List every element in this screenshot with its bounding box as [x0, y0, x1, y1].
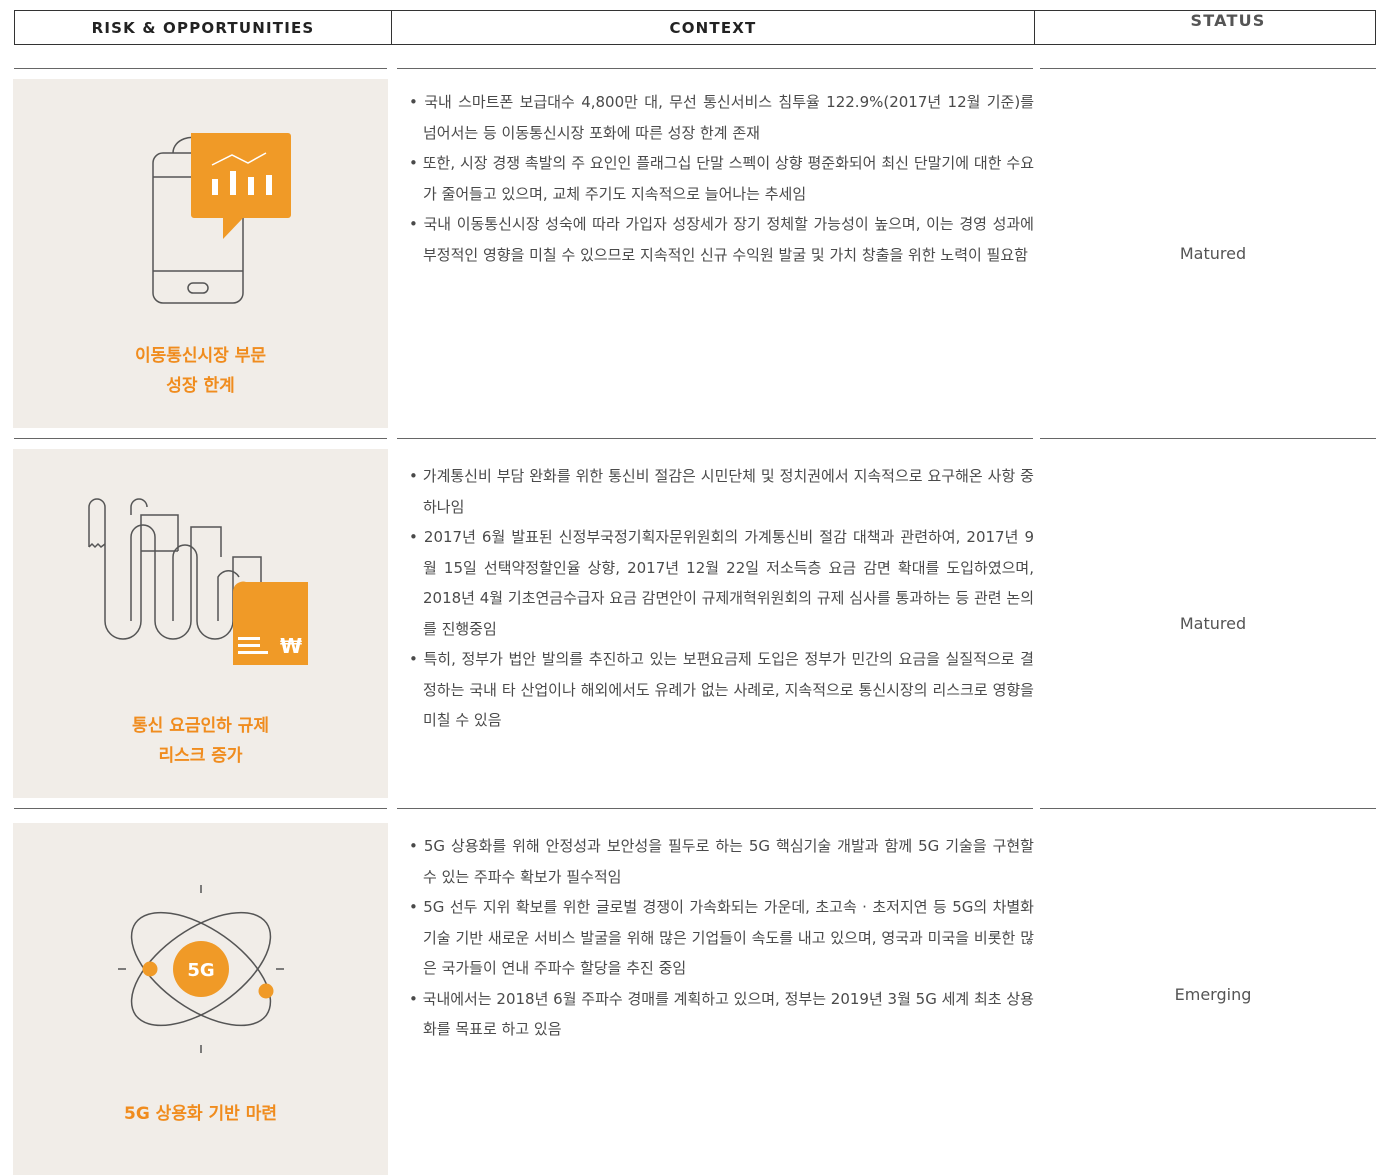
won-symbol: ₩ — [280, 634, 302, 658]
row-divider — [397, 438, 1033, 439]
row-divider — [1040, 68, 1376, 69]
list-item: 또한, 시장 경쟁 촉발의 주 요인인 플래그십 단말 스펙이 상향 평준화되어… — [409, 148, 1034, 209]
risk-card: ₩ 통신 요금인하 규제 리스크 증가 — [13, 449, 388, 798]
status-label: Emerging — [1174, 985, 1252, 1004]
row-divider — [397, 68, 1033, 69]
list-item: 5G 상용화를 위해 안정성과 보안성을 필두로 하는 5G 핵심기술 개발과 … — [409, 831, 1034, 892]
row-divider — [1040, 438, 1376, 439]
row-divider — [14, 808, 387, 809]
risk-card: 이동통신시장 부문 성장 한계 — [13, 79, 388, 428]
list-item: 5G 선두 지위 확보를 위한 글로벌 경쟁이 가속화되는 가운데, 초고속 ·… — [409, 892, 1034, 984]
receipt-won-icon: ₩ — [88, 498, 308, 665]
5g-atom-icon: 5G — [118, 885, 284, 1053]
risk-title: 5G 상용화 기반 마련 — [123, 1104, 278, 1124]
table-header: RISK & OPPORTUNITIES CONTEXT STATUS — [14, 10, 1376, 45]
risk-title: 이동통신시장 부문 성장 한계 — [134, 346, 267, 396]
list-item: 2017년 6월 발표된 신정부국정기획자문위원회의 가계통신비 절감 대책과 … — [409, 522, 1034, 644]
header-context: CONTEXT — [392, 11, 1035, 44]
status-label: Matured — [1179, 614, 1247, 633]
header-status: STATUS — [1190, 11, 1266, 30]
status-label: Matured — [1179, 244, 1247, 263]
row-divider — [1040, 808, 1376, 809]
list-item: 가계통신비 부담 완화를 위한 통신비 절감은 시민단체 및 정치권에서 지속적… — [409, 461, 1034, 522]
row-divider — [14, 68, 387, 69]
list-item: 특히, 정부가 법안 발의를 추진하고 있는 보편요금제 도입은 정부가 민간의… — [409, 644, 1034, 736]
context-list: 가계통신비 부담 완화를 위한 통신비 절감은 시민단체 및 정치권에서 지속적… — [409, 461, 1034, 736]
list-item: 국내 스마트폰 보급대수 4,800만 대, 무선 통신서비스 침투율 122.… — [409, 87, 1034, 148]
context-list: 5G 상용화를 위해 안정성과 보안성을 필두로 하는 5G 핵심기술 개발과 … — [409, 831, 1034, 1045]
risk-card: 5G 5G 상용화 기반 마련 — [13, 823, 388, 1175]
list-item: 국내 이동통신시장 성숙에 따라 가입자 성장세가 장기 정체할 가능성이 높으… — [409, 209, 1034, 270]
risk-title: 통신 요금인하 규제 리스크 증가 — [132, 716, 269, 766]
row-divider — [397, 808, 1033, 809]
list-item: 국내에서는 2018년 6월 주파수 경매를 계획하고 있으며, 정부는 201… — [409, 984, 1034, 1045]
smartphone-chart-icon — [152, 133, 291, 304]
header-risk-opportunities: RISK & OPPORTUNITIES — [15, 11, 392, 44]
context-list: 국내 스마트폰 보급대수 4,800만 대, 무선 통신서비스 침투율 122.… — [409, 87, 1034, 270]
5g-label: 5G — [187, 960, 214, 981]
row-divider — [14, 438, 387, 439]
